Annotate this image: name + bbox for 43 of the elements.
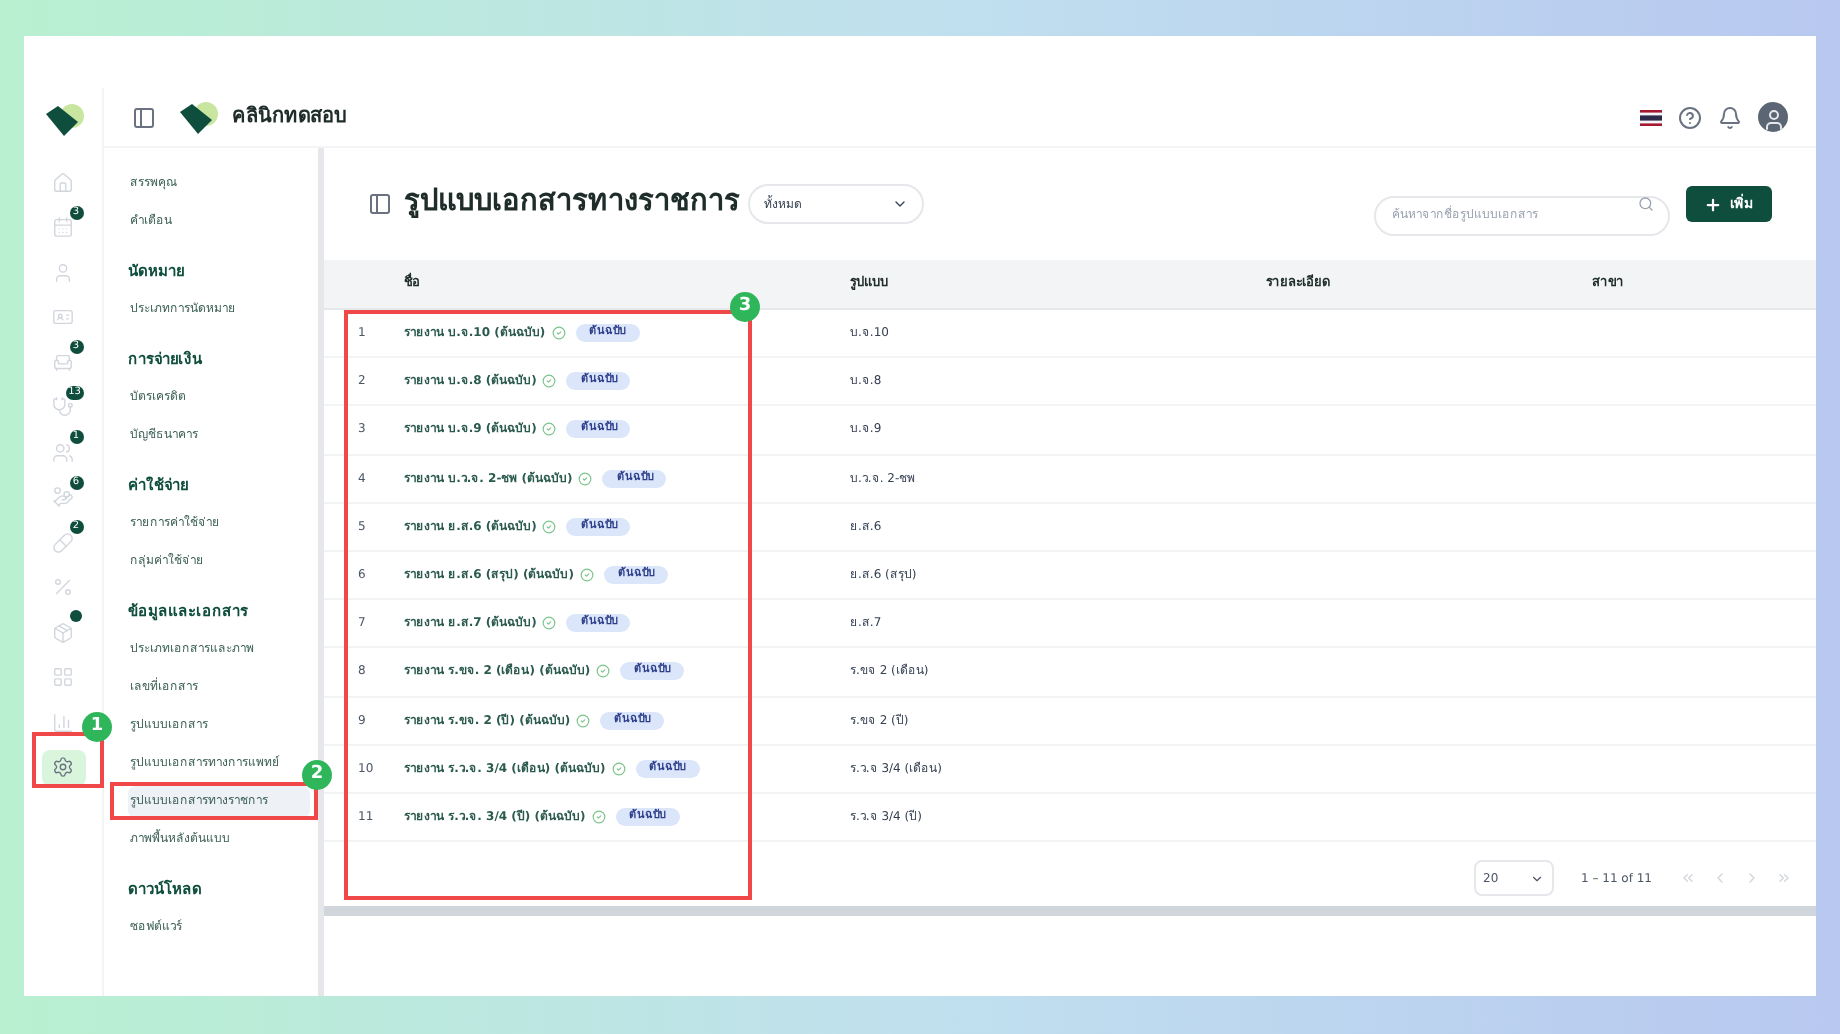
user-icon xyxy=(52,261,74,284)
percent-icon xyxy=(52,576,74,599)
sidebar-toggle-icon[interactable] xyxy=(132,105,156,129)
notification-icon[interactable] xyxy=(1718,105,1742,129)
flag-icon[interactable] xyxy=(1640,109,1662,125)
search-icon xyxy=(1638,196,1654,212)
calendar-icon xyxy=(52,216,74,239)
check-circle-icon xyxy=(591,809,606,824)
check-circle-icon xyxy=(542,519,557,534)
check-circle-icon xyxy=(542,616,557,631)
home-icon xyxy=(52,171,74,194)
bar-chart-icon xyxy=(52,711,74,734)
settings-icon xyxy=(52,756,74,779)
logo-icon xyxy=(176,99,220,135)
caret-icon xyxy=(892,196,908,212)
step-number: 3 xyxy=(730,292,760,322)
step-number: 1 xyxy=(82,712,112,742)
panel-icon[interactable] xyxy=(368,192,392,216)
id-card-icon xyxy=(52,306,74,329)
logo-icon xyxy=(41,102,85,138)
check-circle-icon xyxy=(542,374,557,389)
page-title: รูปแบบเอกสารทางราชการ xyxy=(404,184,740,223)
check-circle-icon xyxy=(551,326,566,341)
check-circle-icon xyxy=(578,471,593,486)
check-circle-icon xyxy=(611,761,626,776)
pill-icon xyxy=(52,531,74,554)
check-circle-icon xyxy=(596,664,611,679)
help-icon[interactable] xyxy=(1678,105,1702,129)
users-icon xyxy=(52,441,74,464)
avatar[interactable] xyxy=(1758,102,1788,132)
check-circle-icon xyxy=(576,713,591,728)
check-circle-icon xyxy=(542,422,557,437)
step-number: 2 xyxy=(302,760,332,790)
package-icon xyxy=(52,621,74,644)
grid-icon xyxy=(52,666,74,689)
plus-icon xyxy=(1704,195,1722,213)
clinic-name: คลินิกทดสอบ xyxy=(232,103,346,132)
armchair-icon xyxy=(52,351,74,374)
rail-button[interactable] xyxy=(41,749,85,786)
hand-coins-icon xyxy=(52,486,74,509)
caret-icon xyxy=(1529,871,1543,885)
check-circle-icon xyxy=(579,568,594,583)
stethoscope-icon xyxy=(52,396,74,419)
